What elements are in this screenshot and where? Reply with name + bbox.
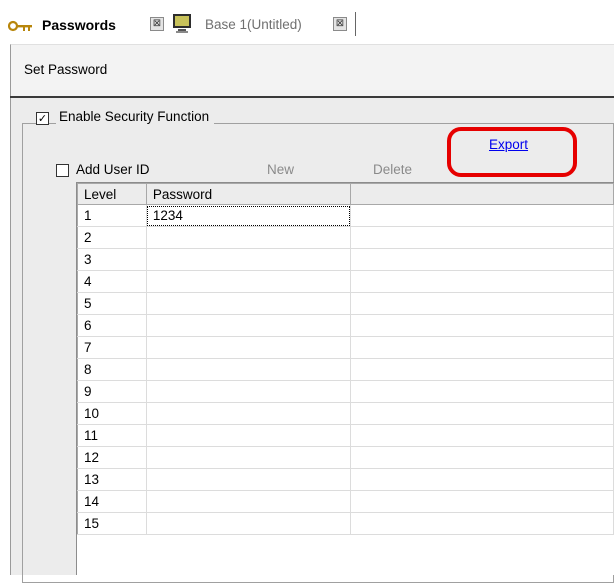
password-grid: Level Password 1 1234 2 3 4 5 6 7 8 9 10 11 12 13 14 15 — [76, 182, 614, 575]
table-row[interactable]: 8 — [77, 358, 614, 381]
empty-cell — [350, 314, 614, 337]
password-cell[interactable] — [145, 292, 352, 315]
table-row[interactable]: 12 — [77, 446, 614, 469]
table-row[interactable]: 9 — [77, 380, 614, 403]
table-row[interactable]: 14 — [77, 490, 614, 513]
level-cell: 1 — [77, 204, 147, 227]
level-cell: 7 — [77, 336, 147, 359]
empty-cell — [350, 226, 614, 249]
password-cell[interactable] — [145, 468, 352, 491]
enable-security-checkbox[interactable]: ✓ — [36, 112, 49, 125]
add-user-id-checkbox[interactable] — [56, 164, 69, 177]
set-password-label: Set Password — [24, 62, 108, 77]
key-icon — [8, 20, 32, 32]
table-row[interactable]: 13 — [77, 468, 614, 491]
password-cell[interactable] — [145, 380, 352, 403]
tab-divider — [355, 12, 356, 36]
screen-icon — [173, 14, 191, 33]
password-cell[interactable] — [145, 226, 352, 249]
export-highlight — [447, 127, 577, 177]
delete-button[interactable]: Delete — [373, 162, 412, 177]
table-row[interactable]: 3 — [77, 248, 614, 271]
table-row[interactable]: 2 — [77, 226, 614, 249]
level-cell: 3 — [77, 248, 147, 271]
enable-security-label: Enable Security Function — [56, 109, 215, 124]
password-cell[interactable] — [145, 446, 352, 469]
column-header-password[interactable]: Password — [145, 183, 352, 205]
password-cell[interactable] — [145, 358, 352, 381]
empty-cell — [350, 248, 614, 271]
table-row[interactable]: 7 — [77, 336, 614, 359]
table-row[interactable]: 11 — [77, 424, 614, 447]
password-cell[interactable] — [145, 270, 352, 293]
empty-cell — [350, 292, 614, 315]
table-row[interactable]: 4 — [77, 270, 614, 293]
password-cell[interactable] — [145, 424, 352, 447]
password-cell[interactable] — [145, 314, 352, 337]
empty-cell — [350, 424, 614, 447]
new-button[interactable]: New — [267, 162, 294, 177]
level-cell: 12 — [77, 446, 147, 469]
level-cell: 11 — [77, 424, 147, 447]
level-cell: 5 — [77, 292, 147, 315]
empty-cell — [350, 446, 614, 469]
level-cell: 9 — [77, 380, 147, 403]
empty-cell — [350, 512, 614, 535]
empty-cell — [350, 204, 614, 227]
level-cell: 6 — [77, 314, 147, 337]
level-cell: 14 — [77, 490, 147, 513]
table-row[interactable]: 10 — [77, 402, 614, 425]
column-header-empty — [350, 183, 614, 205]
level-cell: 8 — [77, 358, 147, 381]
tab-passwords-label: Passwords — [42, 17, 116, 33]
table-row[interactable]: 6 — [77, 314, 614, 337]
empty-cell — [350, 402, 614, 425]
empty-cell — [350, 336, 614, 359]
level-cell: 4 — [77, 270, 147, 293]
level-cell: 13 — [77, 468, 147, 491]
empty-cell — [350, 270, 614, 293]
table-row[interactable]: 1 1234 — [77, 204, 614, 227]
column-header-level[interactable]: Level — [77, 183, 147, 205]
level-cell: 2 — [77, 226, 147, 249]
password-cell[interactable] — [145, 248, 352, 271]
password-cell[interactable] — [145, 336, 352, 359]
tab-close-icon[interactable]: ⊠ — [333, 17, 347, 31]
password-cell[interactable] — [145, 402, 352, 425]
empty-cell — [350, 380, 614, 403]
password-cell[interactable] — [145, 490, 352, 513]
empty-cell — [350, 468, 614, 491]
password-cell[interactable] — [145, 512, 352, 535]
tab-base-label[interactable]: Base 1(Untitled) — [205, 17, 302, 32]
add-user-id-label: Add User ID — [76, 162, 150, 177]
tab-close-icon[interactable]: ⊠ — [150, 17, 164, 31]
table-row[interactable]: 15 — [77, 512, 614, 535]
level-cell: 10 — [77, 402, 147, 425]
password-cell[interactable]: 1234 — [145, 204, 352, 227]
empty-cell — [350, 490, 614, 513]
empty-cell — [350, 358, 614, 381]
table-row[interactable]: 5 — [77, 292, 614, 315]
level-cell: 15 — [77, 512, 147, 535]
